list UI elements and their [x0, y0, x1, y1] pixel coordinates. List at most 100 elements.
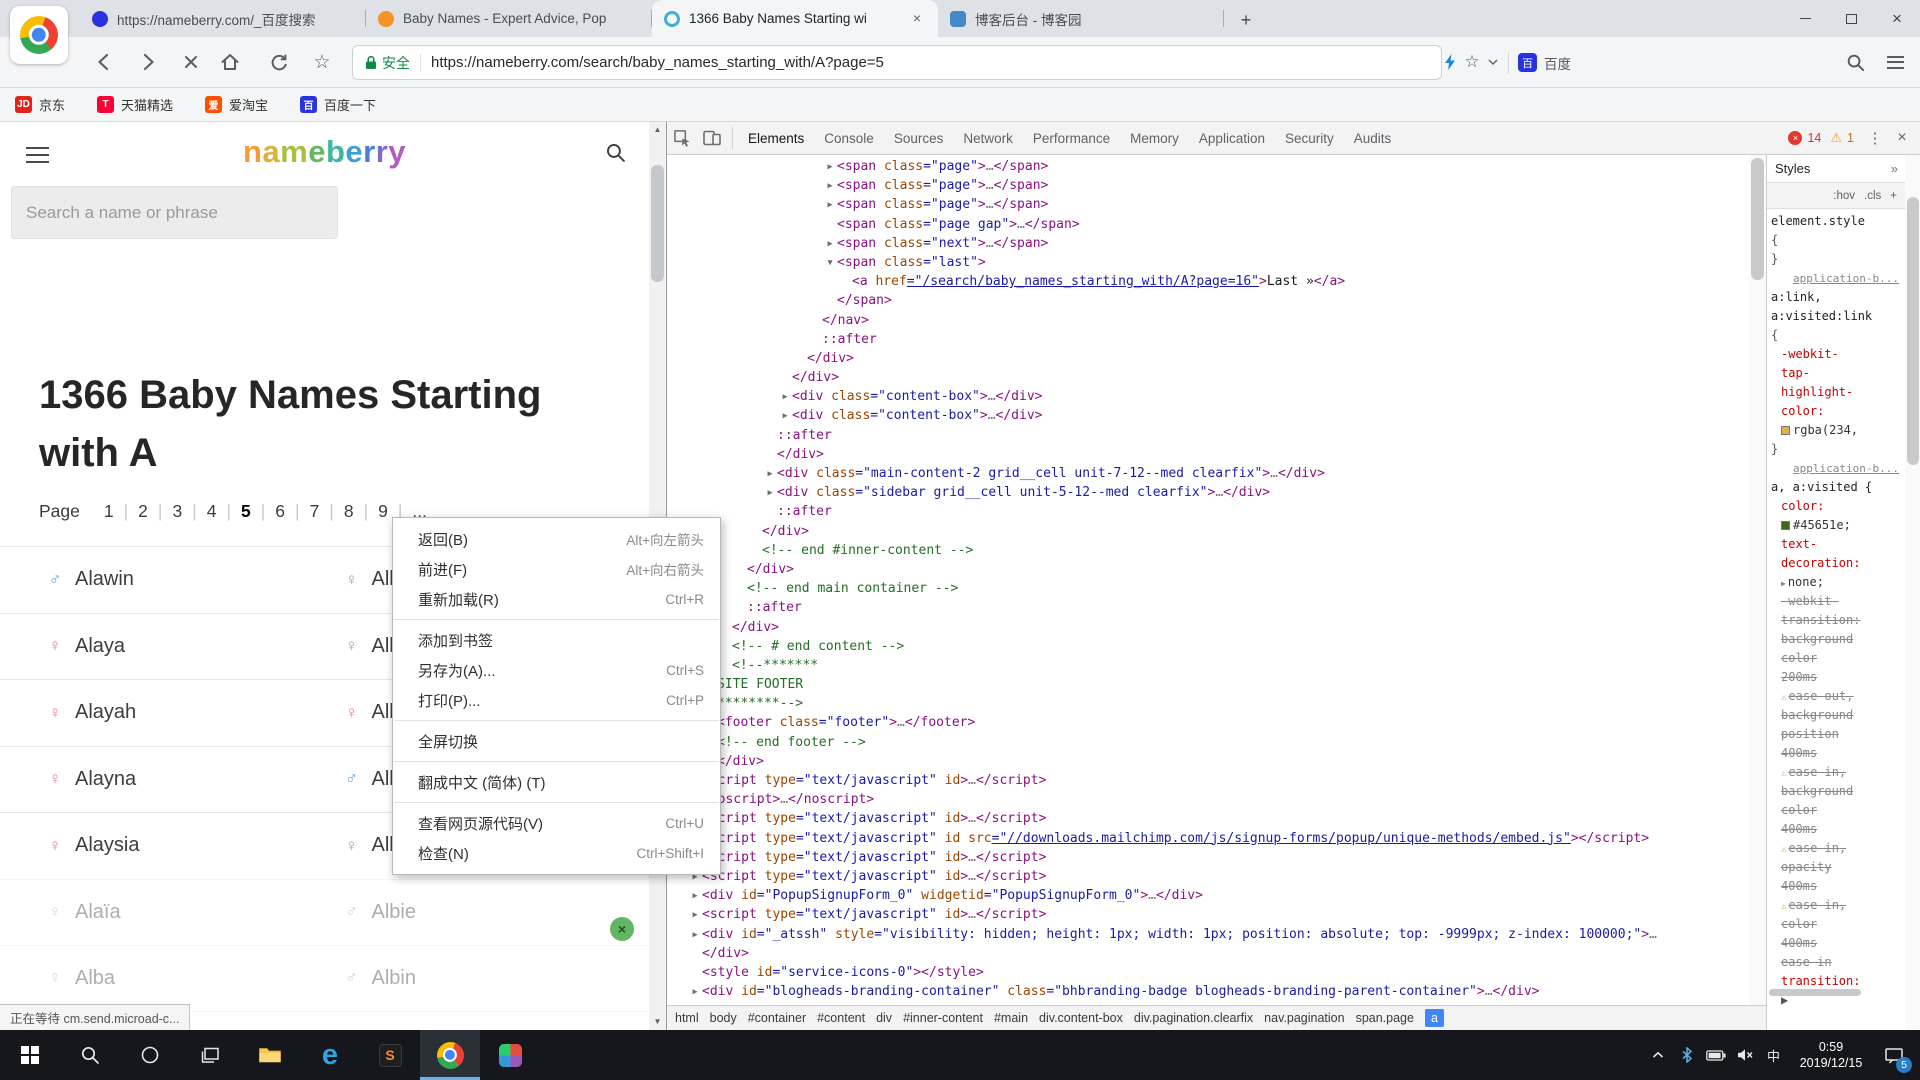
devtools-tab-application[interactable]: Application	[1189, 122, 1275, 155]
style-line[interactable]: ease-in	[1771, 953, 1903, 972]
tree-line[interactable]: <!--*******	[667, 656, 1749, 675]
tree-line[interactable]: <span class="page gap">…</span>	[667, 215, 1749, 234]
devtools-tab-performance[interactable]: Performance	[1023, 122, 1120, 155]
new-style-rule-button[interactable]: +	[1890, 190, 1897, 202]
style-line[interactable]: color	[1771, 801, 1903, 820]
name-cell[interactable]: ♀ Alaysia	[0, 813, 325, 879]
style-line[interactable]: rgba(234,	[1771, 421, 1903, 440]
style-line[interactable]: text-	[1771, 535, 1903, 554]
inspect-element-icon[interactable]	[667, 124, 697, 152]
devtools-close-button[interactable]: ×	[1888, 129, 1916, 147]
style-line[interactable]: }	[1771, 250, 1903, 269]
tree-line[interactable]: ▶ <div class="main-content-2 grid__cell u…	[667, 464, 1749, 483]
tree-line[interactable]: <!-- # end content -->	[667, 637, 1749, 656]
tree-line[interactable]: ▶<footer class="footer">…</footer>	[667, 713, 1749, 732]
style-line[interactable]: ⚠ ease-out,	[1771, 687, 1903, 706]
name-link[interactable]: Alayna	[75, 768, 136, 791]
tree-line[interactable]: ▼ <span class="last">	[667, 253, 1749, 272]
scroll-up-icon[interactable]: ▲	[649, 122, 666, 138]
scroll-down-icon[interactable]: ▼	[649, 1014, 666, 1030]
url-text[interactable]: https://nameberry.com/search/baby_names_…	[431, 54, 884, 71]
breadcrumb-item[interactable]: div.content-box	[1039, 1011, 1123, 1025]
stop-button[interactable]	[174, 45, 208, 79]
tree-line[interactable]: ▶ <span class="page">…</span>	[667, 195, 1749, 214]
style-line[interactable]: color:	[1771, 402, 1903, 421]
style-line[interactable]: -webkit-	[1771, 592, 1903, 611]
tree-line[interactable]: ▶<script type="text/javascript" id>…</sc…	[667, 867, 1749, 886]
styles-scrollbar-thumb[interactable]	[1907, 197, 1919, 465]
bookmark-item[interactable]: 爱爱淘宝	[205, 95, 268, 114]
window-close-button[interactable]: ×	[1874, 0, 1920, 37]
page-number-1[interactable]: 1	[104, 501, 114, 522]
toolbar-search-icon[interactable]	[1838, 45, 1872, 79]
style-line[interactable]: ⚠ ease-in,	[1771, 839, 1903, 858]
style-line[interactable]: 400ms	[1771, 744, 1903, 763]
style-line[interactable]: ⚠ ease-in,	[1771, 896, 1903, 915]
ad-close-button[interactable]: ×	[610, 917, 634, 941]
style-line[interactable]: color	[1771, 649, 1903, 668]
context-menu-item[interactable]: 检查(N) Ctrl+Shift+I	[393, 838, 720, 868]
page-number-9[interactable]: 9	[378, 501, 388, 522]
address-bar[interactable]: 安全 https://nameberry.com/search/baby_nam…	[352, 45, 1442, 80]
tree-line[interactable]: <noscript>…</noscript>	[667, 790, 1749, 809]
chrome-taskbar-icon[interactable]	[420, 1030, 480, 1080]
bookmark-item[interactable]: T 天猫精选	[97, 95, 173, 114]
styles-horizontal-scrollbar-thumb[interactable]	[1769, 989, 1861, 996]
tree-line[interactable]: <!-- end footer -->	[667, 733, 1749, 752]
page-number-6[interactable]: 6	[275, 501, 285, 522]
chevron-down-icon[interactable]	[1483, 45, 1503, 79]
bluetooth-icon[interactable]	[1672, 1030, 1701, 1080]
browser-menu-icon[interactable]	[1878, 45, 1912, 79]
context-menu-item[interactable]: 添加到书签	[393, 625, 720, 655]
battery-icon[interactable]	[1701, 1030, 1730, 1080]
style-line[interactable]: ▶ none;	[1771, 573, 1903, 592]
task-view-icon[interactable]	[180, 1030, 240, 1080]
browser-tab-cnblogs[interactable]: 博客后台 - 博客园	[938, 0, 1224, 37]
context-menu-item[interactable]: 查看网页源代码(V) Ctrl+U	[393, 808, 720, 838]
devtools-badges[interactable]: × 14 ⚠ 1	[1788, 130, 1854, 146]
style-line[interactable]: background	[1771, 782, 1903, 801]
name-cell[interactable]: ♀ Alaïa	[0, 880, 325, 946]
style-line[interactable]: -webkit-	[1771, 345, 1903, 364]
file-explorer-icon[interactable]	[240, 1030, 300, 1080]
favorites-star-icon[interactable]: ☆	[305, 45, 339, 79]
taskbar-clock[interactable]: 0:59 2019/12/15	[1788, 1039, 1874, 1071]
name-link[interactable]: Alawin	[75, 568, 134, 591]
editor-app-icon[interactable]: S	[360, 1030, 420, 1080]
name-link[interactable]: Alaya	[75, 635, 125, 658]
tree-line[interactable]: </div>	[667, 752, 1749, 771]
tree-line[interactable]: ▶<script type="text/javascript" id>…</sc…	[667, 809, 1749, 828]
style-line[interactable]: highlight-	[1771, 383, 1903, 402]
tree-scrollbar-thumb[interactable]	[1751, 158, 1764, 280]
page-number-4[interactable]: 4	[207, 501, 217, 522]
name-search-input[interactable]	[11, 186, 338, 239]
tree-line[interactable]: ▶<script type="text/javascript" id src="…	[667, 829, 1749, 848]
devtools-tab-elements[interactable]: Elements	[738, 122, 814, 155]
style-line[interactable]: opacity	[1771, 858, 1903, 877]
taskbar-search-icon[interactable]	[60, 1030, 120, 1080]
style-line[interactable]: application-b...	[1771, 269, 1903, 288]
name-link[interactable]: Alaïa	[75, 901, 121, 924]
browser-tab-baidu-search[interactable]: https://nameberry.com/_百度搜索	[80, 0, 366, 37]
context-menu-item[interactable]: 重新加载(R) Ctrl+R	[393, 584, 720, 614]
context-menu-item[interactable]: 前进(F) Alt+向右箭头	[393, 554, 720, 584]
tree-line[interactable]: <script type="text/javascript" id>…</scr…	[667, 771, 1749, 790]
style-line[interactable]: {	[1771, 231, 1903, 250]
name-link[interactable]: Alaysia	[75, 834, 139, 857]
name-cell[interactable]: ♂ Alawin	[0, 547, 325, 613]
breadcrumb-item[interactable]: #inner-content	[903, 1011, 983, 1025]
ime-indicator[interactable]: 中	[1759, 1030, 1788, 1080]
name-link[interactable]: Alayah	[75, 701, 136, 724]
tab-close-icon[interactable]: ×	[908, 10, 926, 28]
bookmark-item[interactable]: JD 京东	[15, 95, 65, 114]
style-line[interactable]: background	[1771, 630, 1903, 649]
style-line[interactable]: 400ms	[1771, 934, 1903, 953]
element-class-toggle[interactable]: .cls	[1864, 190, 1881, 202]
name-link[interactable]: Albie	[372, 901, 416, 924]
site-search-icon[interactable]	[605, 142, 626, 168]
tree-line[interactable]: ▶<script type="text/javascript" id>…</sc…	[667, 848, 1749, 867]
style-line[interactable]: }	[1771, 440, 1903, 459]
forward-button[interactable]	[131, 45, 165, 79]
breadcrumb-item[interactable]: div.pagination.clearfix	[1134, 1011, 1253, 1025]
name-cell[interactable]: ♀ Alaya	[0, 614, 325, 680]
